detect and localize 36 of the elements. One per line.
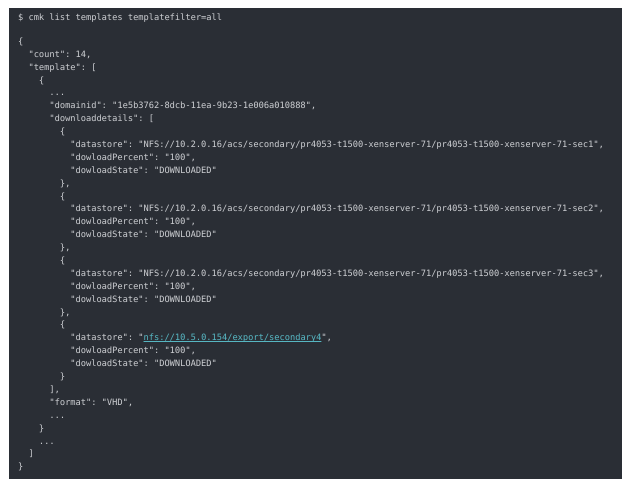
code-line: { bbox=[38, 74, 46, 88]
code-line: } bbox=[58, 371, 66, 384]
code-line: "dowloadState": "DOWNLOADED" bbox=[69, 358, 218, 372]
code-line: ... bbox=[48, 410, 66, 423]
code-line: }, bbox=[58, 306, 72, 320]
code-line: "template": [ bbox=[27, 62, 98, 75]
code-line: } bbox=[38, 422, 46, 436]
code-line: ], bbox=[48, 384, 61, 397]
command-line: $ cmk list templates templatefilter=all bbox=[18, 12, 223, 25]
link[interactable]: nfs://10.5.0.154/export/secondary4 bbox=[144, 333, 322, 344]
code-line: { bbox=[58, 126, 66, 140]
code-line: ... bbox=[38, 436, 56, 448]
code-line: "dowloadState": "DOWNLOADED" bbox=[69, 294, 218, 307]
code-line: "dowloadPercent": "100", bbox=[69, 216, 197, 230]
code-line: } bbox=[18, 461, 24, 474]
code-line: "datastore": "NFS://10.2.0.16/acs/secondary/pr4053-t1500-xenserver-71/pr4053-t1500-xenserver-71-sec3", bbox=[69, 268, 605, 281]
code-line: "downloaddetails": [ bbox=[48, 113, 155, 126]
code-line: "dowloadPercent": "100", bbox=[69, 345, 197, 358]
code-line: { bbox=[58, 255, 66, 268]
code-line: { bbox=[58, 190, 66, 204]
code-line: "domainid": "1e5b3762-8dcb-11ea-9b23-1e006a010888", bbox=[48, 100, 318, 114]
code-line: "datastore": "NFS://10.2.0.16/acs/secondary/pr4053-t1500-xenserver-71/pr4053-t1500-xenserver-71-sec1", bbox=[69, 139, 605, 152]
code-line: { bbox=[58, 319, 66, 332]
code-line: "dowloadPercent": "100", bbox=[69, 280, 197, 294]
code-line: "dowloadState": "DOWNLOADED" bbox=[69, 164, 218, 178]
code-line: "format": "VHD", bbox=[48, 396, 134, 410]
code-line: "datastore": "nfs://10.5.0.154/export/secondary4", bbox=[69, 332, 333, 346]
code-line: "dowloadPercent": "100", bbox=[69, 152, 197, 165]
code-line: ... bbox=[48, 87, 66, 100]
code-line: "dowloadState": "DOWNLOADED" bbox=[69, 229, 218, 242]
code-line: "count": 14, bbox=[27, 48, 92, 62]
code-line: }, bbox=[58, 242, 72, 256]
code-line: { bbox=[18, 36, 24, 49]
code-line: ] bbox=[27, 448, 35, 462]
code-line: "datastore": "NFS://10.2.0.16/acs/secondary/pr4053-t1500-xenserver-71/pr4053-t1500-xenserver-71-sec2", bbox=[69, 203, 605, 216]
code-line: }, bbox=[58, 178, 72, 191]
